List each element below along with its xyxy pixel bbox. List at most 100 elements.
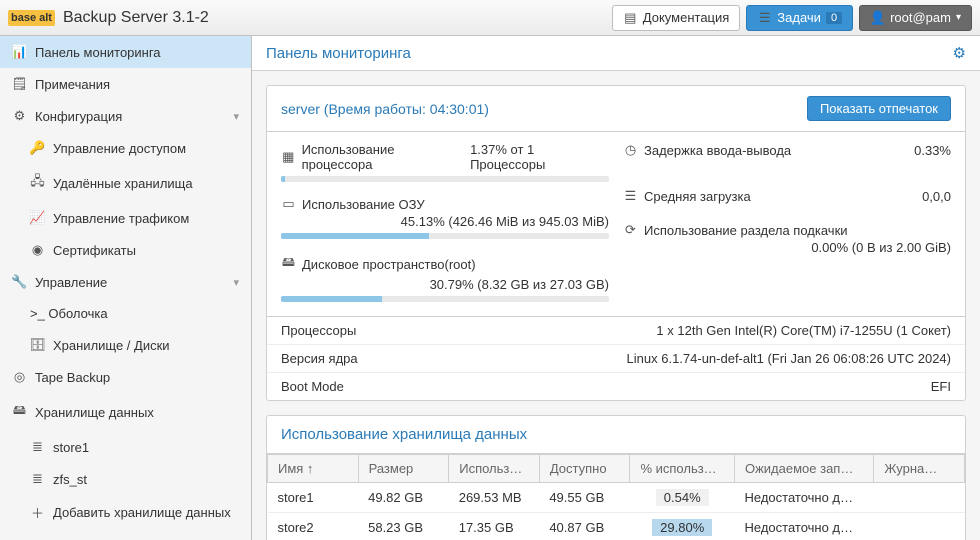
stats-left: ▦ Использование процессора 1.37% от 1 Пр… [281, 142, 609, 316]
io-label: Задержка ввода-вывода [644, 143, 791, 158]
sidebar-item-11[interactable]: 🖴Хранилище данных [0, 393, 251, 431]
sidebar-item-13[interactable]: ≣ zfs_st [0, 463, 251, 495]
nav-label: Удалённые хранилища [53, 176, 193, 191]
cell-pct: 0.54% [630, 483, 735, 513]
server-card-header: server (Время работы: 04:30:01) Показать… [267, 86, 965, 132]
io-value: 0.33% [914, 143, 951, 158]
nav-icon: ⚙ [12, 108, 27, 124]
nav-icon: 🔑 [30, 140, 45, 156]
col-header[interactable]: Размер [358, 455, 449, 483]
nav-label: Хранилище / Диски [53, 338, 170, 353]
kv-key: Boot Mode [281, 379, 344, 394]
sidebar-item-1[interactable]: 🗒Примечания [0, 68, 251, 100]
nav-icon: 📈 [30, 210, 45, 226]
cell-name: store1 [268, 483, 359, 513]
disk-usage-row: 🖴 Дисковое пространство(root) 30.79% (8.… [281, 253, 609, 302]
cell-avail: 49.55 GB [539, 483, 630, 513]
user-menu-button[interactable]: 👤 root@pam ▾ [859, 5, 972, 31]
chevron-down-icon: ▾ [233, 276, 239, 289]
cell-used: 17.35 GB [449, 513, 540, 540]
chevron-down-icon: ▾ [956, 12, 961, 23]
cpu-value: 1.37% от 1 Процессоры [470, 142, 609, 172]
tasks-button[interactable]: ☰ Задачи 0 [746, 5, 853, 31]
nav-label: Управление доступом [53, 141, 186, 156]
nav-label: Примечания [35, 77, 110, 92]
ram-label: Использование ОЗУ [302, 197, 425, 212]
stats-right: ◷ Задержка ввода-вывода 0.33% ☰ Средняя … [623, 142, 951, 316]
nav-label: Панель мониторинга [35, 45, 161, 60]
nav-icon: 🖴 [12, 401, 27, 423]
col-header[interactable]: Ожидаемое зап… [734, 455, 873, 483]
datastore-title: Использование хранилища данных [267, 416, 965, 454]
cell-size: 49.82 GB [358, 483, 449, 513]
table-row[interactable]: store258.23 GB17.35 GB40.87 GB29.80%Недо… [268, 513, 965, 540]
sidebar-item-3[interactable]: 🔑 Управление доступом [0, 132, 251, 164]
cell-log [874, 483, 965, 513]
cell-name: store2 [268, 513, 359, 540]
col-header[interactable]: Журна… [874, 455, 965, 483]
sidebar-item-2[interactable]: ⚙Конфигурация▾ [0, 100, 251, 132]
cpu-icon: ▦ [281, 149, 296, 165]
content-area: Панель мониторинга ⚙ server (Время работ… [252, 36, 980, 540]
nav-icon: ◎ [12, 369, 27, 385]
nav-icon: ◉ [30, 242, 45, 258]
tasks-label: Задачи [777, 10, 821, 25]
col-header[interactable]: % использ… [630, 455, 735, 483]
top-toolbar: base alt Backup Server 3.1-2 ▤ Документа… [0, 0, 980, 36]
documentation-button[interactable]: ▤ Документация [612, 5, 741, 31]
sidebar-item-14[interactable]: ＋ Добавить хранилище данных [0, 495, 251, 530]
logo: base alt [8, 10, 55, 26]
disk-value: 30.79% (8.32 GB из 27.03 GB) [281, 277, 609, 292]
ram-value: 45.13% (426.46 MiB из 945.03 MiB) [281, 214, 609, 229]
load-value: 0,0,0 [922, 189, 951, 204]
refresh-icon: ⟳ [623, 222, 638, 238]
datastore-table: Имя ↑РазмерИспользо…Доступно% использ…Ож… [267, 454, 965, 540]
gear-icon[interactable]: ⚙ [953, 44, 966, 62]
cell-log [874, 513, 965, 540]
table-row[interactable]: store149.82 GB269.53 MB49.55 GB0.54%Недо… [268, 483, 965, 513]
nav-label: Сертификаты [53, 243, 136, 258]
kv-key: Версия ядра [281, 351, 358, 366]
nav-label: store1 [53, 440, 89, 455]
col-header[interactable]: Использо… [449, 455, 540, 483]
kv-val: 1 x 12th Gen Intel(R) Core(TM) i7-1255U … [656, 323, 951, 338]
nav-label: Добавить хранилище данных [53, 505, 231, 520]
nav-icon: ≣ [30, 439, 45, 455]
user-icon: 👤 [870, 10, 885, 26]
sidebar-item-12[interactable]: ≣ store1 [0, 431, 251, 463]
bars-icon: ☰ [623, 188, 638, 204]
load-avg-row: ☰ Средняя загрузка 0,0,0 [623, 188, 951, 204]
nav-icon: ≣ [30, 471, 45, 487]
nav-label: Конфигурация [35, 109, 122, 124]
nav-label: Управление [35, 275, 107, 290]
sidebar-item-0[interactable]: 📊 Панель мониторинга [0, 36, 251, 68]
sidebar-item-9[interactable]: 🗄Хранилище / Диски [0, 329, 251, 361]
sidebar-item-10[interactable]: ◎ Tape Backup [0, 361, 251, 393]
sidebar: 📊 Панель мониторинга 🗒Примечания ⚙ Конфигура… [0, 36, 252, 540]
cell-used: 269.53 MB [449, 483, 540, 513]
nav-icon: ＋ [30, 503, 45, 522]
show-fingerprint-button[interactable]: Показать отпечаток [807, 96, 951, 121]
col-header[interactable]: Доступно [539, 455, 630, 483]
col-header[interactable]: Имя ↑ [268, 455, 359, 483]
cell-est: Недостаточно д… [734, 483, 873, 513]
sidebar-item-6[interactable]: ◉ Сертификаты [0, 234, 251, 266]
panel-title: Панель мониторинга [266, 45, 411, 62]
cell-size: 58.23 GB [358, 513, 449, 540]
disk-icon: 🖴 [281, 253, 296, 275]
swap-label: Использование раздела подкачки [644, 223, 848, 238]
documentation-label: Документация [643, 10, 730, 25]
nav-label: Tape Backup [35, 370, 110, 385]
sidebar-item-5[interactable]: 📈 Управление трафиком [0, 202, 251, 234]
sidebar-item-4[interactable]: 🖧 Удалённые хранилища [0, 164, 251, 202]
clock-icon: ◷ [623, 142, 638, 158]
kv-row: Процессоры1 x 12th Gen Intel(R) Core(TM)… [267, 317, 965, 344]
nav-icon: 🖧 [30, 172, 45, 194]
sidebar-item-7[interactable]: 🔧Управление▾ [0, 266, 251, 298]
nav-label: Управление трафиком [53, 211, 189, 226]
nav-label: zfs_st [53, 472, 87, 487]
nav-icon: 📊 [12, 44, 27, 60]
disk-label: Дисковое пространство(root) [302, 257, 476, 272]
sidebar-item-8[interactable]: >_ Оболочка [0, 298, 251, 329]
list-icon: ☰ [757, 10, 772, 26]
